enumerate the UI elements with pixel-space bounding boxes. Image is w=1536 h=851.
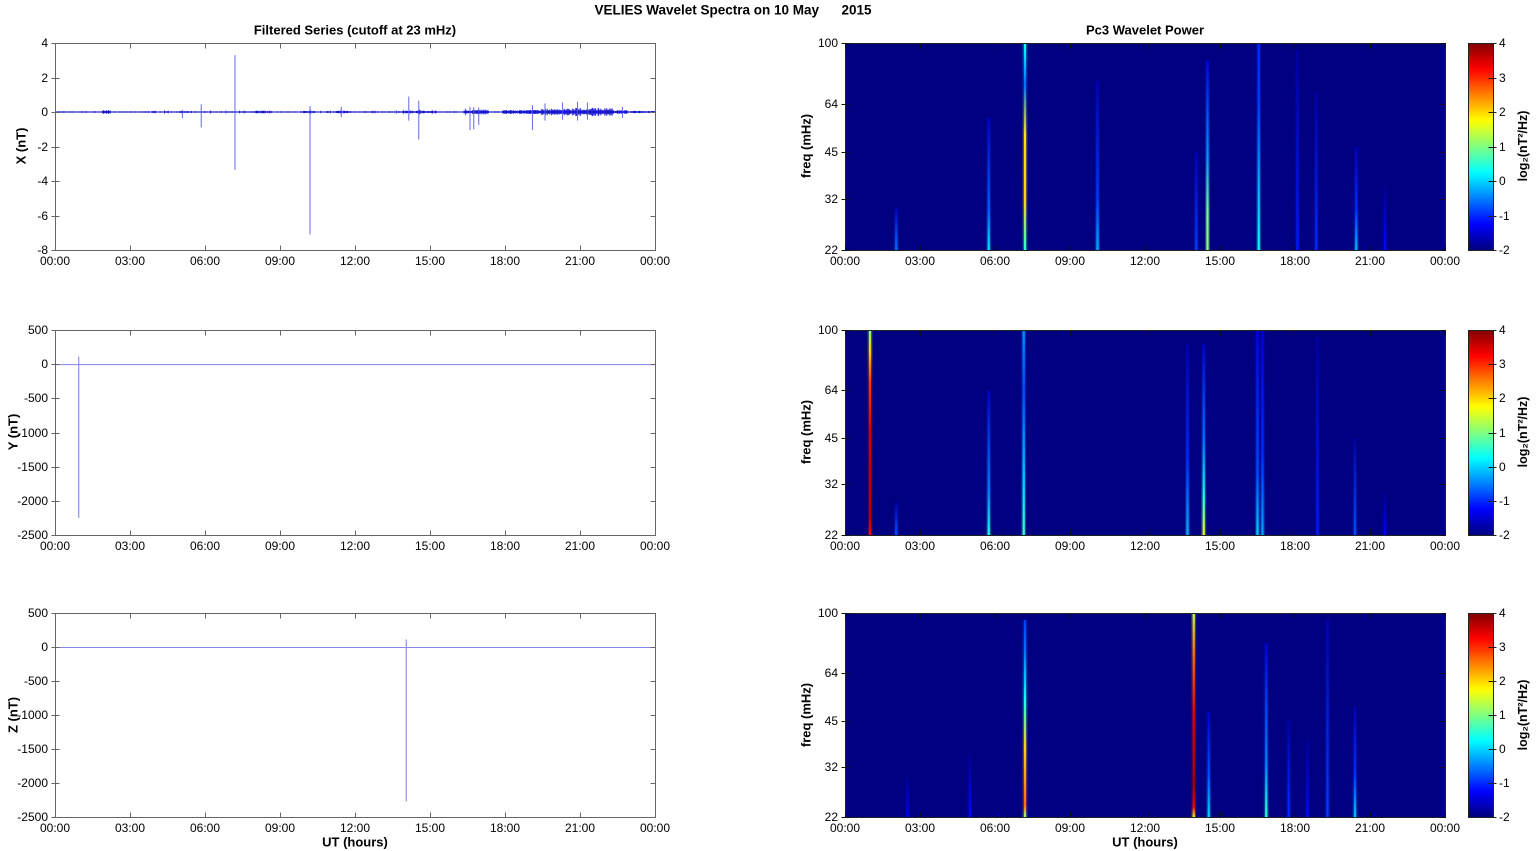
plots-canvas (0, 0, 1536, 851)
wavelet-spectra-figure: 00:0003:0006:0009:0012:0015:0018:0021:00… (0, 0, 1536, 851)
